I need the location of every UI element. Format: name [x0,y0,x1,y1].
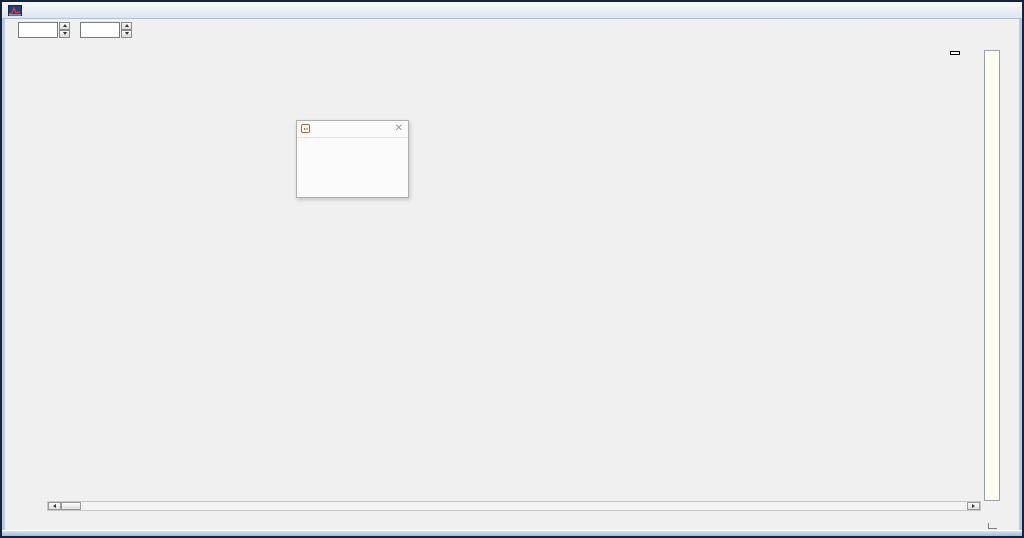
down-arrow-icon [62,32,67,35]
resize-grip[interactable] [988,523,997,529]
plot-top-spin-down[interactable] [59,29,70,38]
up-arrow-icon [124,24,129,27]
thd-window[interactable]: ✕ [296,120,409,198]
plot-range-spin-up[interactable] [121,21,132,30]
plot-top-spin-up[interactable] [59,21,70,30]
plot-top-spinbox [18,21,70,38]
scrollbar-right-button[interactable] [967,502,980,510]
thd-window-icon [301,124,310,133]
up-arrow-icon [62,24,67,27]
scrollbar-left-button[interactable] [48,502,61,510]
scrollbar-thumb[interactable] [61,502,81,510]
left-arrow-icon [53,504,56,508]
spectrum-window: ✕ [0,0,1024,538]
horizontal-scrollbar[interactable] [47,501,981,511]
power-meter [984,50,1000,501]
spectrum-plot[interactable] [5,40,1019,530]
window-border-bottom [2,530,1022,536]
window-border-left [2,19,5,530]
plot-range-spin-down[interactable] [121,29,132,38]
thd-window-titlebar[interactable]: ✕ [297,121,408,138]
down-arrow-icon [124,32,129,35]
phs-badge [951,52,959,54]
app-icon [8,4,22,16]
close-icon[interactable]: ✕ [395,123,403,134]
toolbar [5,19,1019,40]
window-border-right [1019,19,1022,530]
right-arrow-icon [972,504,975,508]
chart-area: ✕ [5,40,1019,530]
titlebar[interactable] [2,2,1022,19]
plot-range-input[interactable] [80,21,120,38]
plot-top-input[interactable] [18,21,58,38]
plot-range-spinbox [80,21,132,38]
